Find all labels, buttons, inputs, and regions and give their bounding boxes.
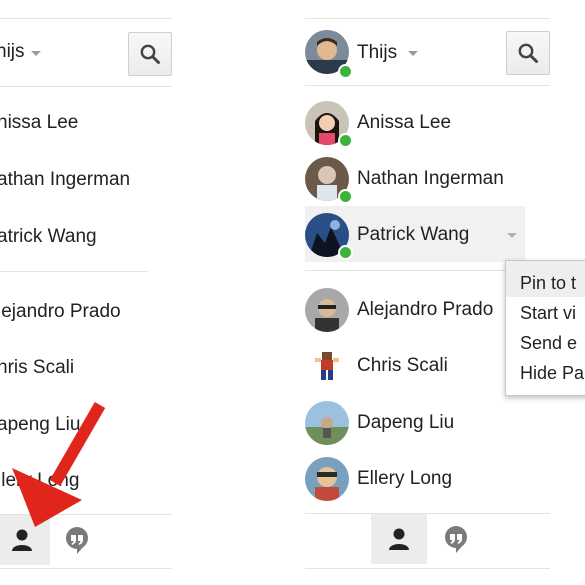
search-button[interactable] xyxy=(506,31,550,75)
avatar xyxy=(305,288,349,332)
contacts-tab[interactable] xyxy=(371,514,427,564)
bottom-tab-bar xyxy=(0,515,200,571)
status-online-dot xyxy=(338,133,353,148)
chevron-down-icon xyxy=(31,51,41,56)
avatar xyxy=(305,344,349,388)
chevron-down-icon[interactable] xyxy=(507,233,517,238)
contact-name: Anissa Lee xyxy=(357,112,452,133)
contact-name: hris Scali xyxy=(0,357,75,378)
contact-row[interactable]: Patrick Wang xyxy=(300,210,550,260)
chevron-down-icon xyxy=(408,51,418,56)
divider xyxy=(0,271,148,272)
contact-name: Nathan Ingerman xyxy=(357,168,504,189)
divider xyxy=(305,85,550,86)
person-icon xyxy=(389,528,409,550)
bottom-tab-bar xyxy=(300,514,585,570)
contact-row[interactable]: Anissa Lee xyxy=(300,98,550,148)
contact-row[interactable]: lejandro Prado xyxy=(0,287,175,337)
contact-row[interactable]: nissa Lee xyxy=(0,98,175,148)
contact-name: Dapeng Liu xyxy=(357,412,455,433)
contact-row[interactable]: Ellery Long xyxy=(300,454,550,504)
contact-name: Alejandro Prado xyxy=(357,299,494,320)
contact-row[interactable]: Nathan Ingerman xyxy=(300,154,550,204)
search-icon xyxy=(518,43,538,63)
status-online-dot xyxy=(338,245,353,260)
divider xyxy=(0,568,172,569)
contact-name: lejandro Prado xyxy=(0,301,121,322)
divider xyxy=(0,86,172,87)
person-icon xyxy=(12,529,32,551)
contact-name: athan Ingerman xyxy=(0,169,131,190)
contact-name: Patrick Wang xyxy=(357,224,470,245)
avatar xyxy=(305,457,349,501)
contact-row[interactable]: llery Long xyxy=(0,456,175,506)
contact-name: llery Long xyxy=(0,470,80,491)
contact-row[interactable]: atrick Wang xyxy=(0,212,175,262)
status-online-dot xyxy=(338,189,353,204)
contact-name: apeng Liu xyxy=(0,414,81,435)
quote-bubble-icon xyxy=(66,527,88,554)
divider xyxy=(305,568,550,569)
contact-name: atrick Wang xyxy=(0,226,97,247)
contact-name: Ellery Long xyxy=(357,468,453,489)
status-online-dot xyxy=(338,64,353,79)
menu-item-start-video[interactable]: Start vi xyxy=(520,303,576,324)
contact-row[interactable]: hris Scali xyxy=(0,343,175,393)
contact-name: nissa Lee xyxy=(0,112,79,133)
contact-context-menu: Pin to t Start vi Send e Hide Pa xyxy=(505,260,585,396)
menu-item-pin[interactable]: Pin to t xyxy=(520,273,576,294)
contact-name: Chris Scali xyxy=(357,355,448,376)
contact-row[interactable]: Dapeng Liu xyxy=(300,398,550,448)
quote-bubble-icon xyxy=(445,526,467,553)
menu-item-hide[interactable]: Hide Pa xyxy=(520,363,584,384)
conversations-tab[interactable] xyxy=(62,525,96,559)
left-contacts-panel: hijs nissa Lee athan Ingerman atrick Wan… xyxy=(0,0,200,585)
search-icon xyxy=(140,44,160,64)
contact-row[interactable]: athan Ingerman xyxy=(0,155,175,205)
divider xyxy=(0,18,172,19)
divider xyxy=(305,18,550,19)
contacts-tab[interactable] xyxy=(0,515,50,565)
conversations-tab[interactable] xyxy=(441,524,475,558)
search-button[interactable] xyxy=(128,32,172,76)
contact-row[interactable]: apeng Liu xyxy=(0,400,175,450)
user-name: Thijs xyxy=(357,42,398,63)
avatar xyxy=(305,401,349,445)
user-name: hijs xyxy=(0,41,25,62)
menu-item-send-email[interactable]: Send e xyxy=(520,333,577,354)
